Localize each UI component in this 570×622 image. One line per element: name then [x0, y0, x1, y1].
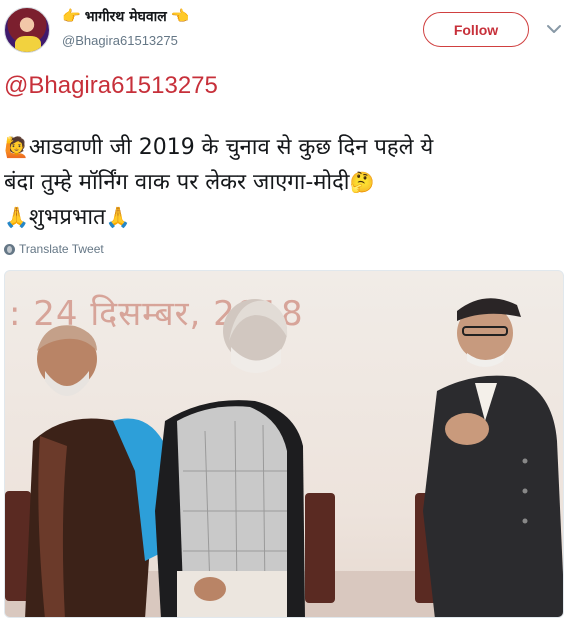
author-display-name[interactable]: भागीरथ मेघवाल [85, 7, 167, 26]
folded-hands-emoji: 🙏 [105, 205, 131, 229]
person-center [155, 299, 305, 617]
tweet-line-2-text: बंदा तुम्हे मॉर्निंग वाक पर लेकर जाएगा-म… [4, 170, 350, 195]
translate-tweet-link[interactable]: Translate Tweet [4, 242, 104, 256]
avatar[interactable] [4, 7, 50, 53]
author-handle[interactable]: @Bhagira61513275 [62, 33, 178, 48]
globe-icon [4, 243, 15, 255]
chair-center [305, 493, 335, 603]
author-name-row[interactable]: 👉 भागीरथ मेघवाल 👈 [62, 7, 189, 26]
person-right [423, 298, 563, 617]
raising-hand-emoji: 🙋 [4, 135, 29, 159]
tweet-header: 👉 भागीरथ मेघवाल 👈 @Bhagira61513275 Follo… [0, 0, 570, 62]
person-left [25, 325, 165, 617]
photo-scene [5, 298, 563, 617]
tweet-mention-link[interactable]: @Bhagira61513275 [4, 72, 218, 100]
chevron-down-icon[interactable] [545, 22, 563, 36]
follow-button[interactable]: Follow [423, 12, 529, 47]
tweet-photo[interactable]: : 24 दिसम्बर, 2018 [4, 270, 564, 618]
pointing-left-emoji: 👈 [170, 7, 190, 25]
tweet-text: 🙋आडवाणी जी 2019 के चुनाव से कुछ दिन पहले… [4, 130, 564, 235]
tweet-line-2: बंदा तुम्हे मॉर्निंग वाक पर लेकर जाएगा-म… [4, 165, 564, 200]
tweet-line-1-text: आडवाणी जी 2019 के चुनाव से कुछ दिन पहले … [28, 135, 434, 160]
pointing-right-emoji: 👉 [62, 7, 81, 25]
tweet-line-3-text: शुभप्रभात [28, 205, 106, 230]
tweet-line-3: 🙏शुभप्रभात🙏 [4, 200, 564, 235]
tweet-line-1: 🙋आडवाणी जी 2019 के चुनाव से कुछ दिन पहले… [4, 130, 564, 165]
translate-label: Translate Tweet [19, 242, 104, 256]
folded-hands-emoji: 🙏 [4, 205, 29, 229]
thinking-face-emoji: 🤔 [349, 170, 375, 194]
